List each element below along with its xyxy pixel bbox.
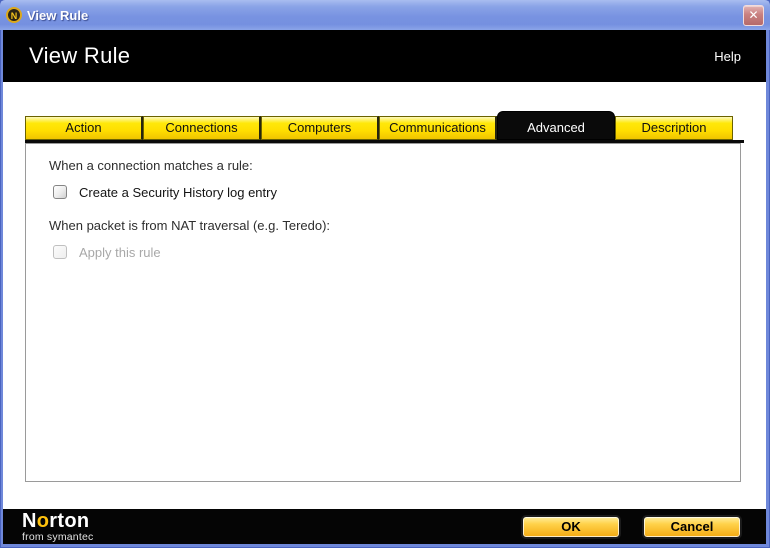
dialog-footer: Norton from symantec OK Cancel [3, 509, 766, 544]
close-icon[interactable]: ✕ [743, 4, 764, 26]
connection-match-label: When a connection matches a rule: [49, 158, 253, 173]
dialog-client-area: View Rule Help Action Connections Comput… [3, 30, 766, 544]
footer-buttons: OK Cancel [521, 514, 742, 539]
security-history-log-checkbox[interactable] [53, 185, 67, 199]
security-history-log-label: Create a Security History log entry [79, 184, 277, 200]
brand-prefix: N [22, 509, 37, 532]
help-link[interactable]: Help [714, 49, 741, 64]
page-title: View Rule [29, 43, 131, 68]
apply-rule-row: Apply this rule [53, 244, 740, 260]
advanced-tab-panel: When a connection matches a rule: Create… [25, 143, 741, 482]
apply-rule-label: Apply this rule [79, 244, 161, 260]
security-history-log-row: Create a Security History log entry [53, 184, 740, 200]
cancel-button[interactable]: Cancel [642, 514, 742, 539]
nat-traversal-label: When packet is from NAT traversal (e.g. … [49, 218, 331, 233]
tab-connections[interactable]: Connections [143, 116, 261, 140]
brand-suffix: rton [49, 509, 90, 532]
norton-wordmark: Norton [22, 511, 93, 531]
tab-strip: Action Connections Computers Communicati… [25, 111, 733, 140]
brand-o: o [36, 509, 50, 532]
norton-brand-logo: Norton from symantec [22, 511, 93, 543]
tab-description[interactable]: Description [615, 116, 733, 140]
dialog-header: View Rule Help [3, 30, 766, 82]
tab-computers[interactable]: Computers [261, 116, 379, 140]
apply-rule-checkbox [53, 245, 67, 259]
view-rule-dialog: N View Rule ✕ View Rule Help Action Conn… [0, 0, 770, 548]
tab-advanced[interactable]: Advanced [497, 111, 615, 140]
tab-communications[interactable]: Communications [379, 116, 497, 140]
brand-tagline: from symantec [22, 530, 94, 543]
window-title: View Rule [27, 7, 89, 23]
ok-button[interactable]: OK [521, 514, 621, 539]
norton-logo-icon: N [6, 7, 22, 23]
tab-action[interactable]: Action [25, 116, 143, 140]
window-titlebar[interactable]: N View Rule ✕ [0, 0, 770, 30]
